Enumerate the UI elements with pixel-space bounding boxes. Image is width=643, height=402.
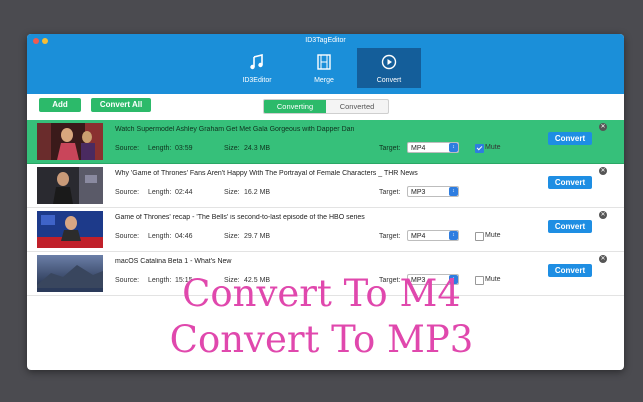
convert-button[interactable]: Convert	[548, 176, 592, 189]
mute-label: Mute	[485, 144, 501, 151]
length-label: Length:	[148, 145, 172, 152]
source-label: Source:	[115, 189, 140, 196]
chevron-updown-icon: ↕	[449, 187, 458, 196]
film-icon	[317, 54, 331, 70]
target-format-value: MP4	[411, 233, 426, 240]
length-label: Length:	[148, 233, 172, 240]
mute-checkbox[interactable]	[475, 232, 484, 241]
length-value: 02:44	[175, 189, 193, 196]
promo-caption-line1: Convert To M4	[182, 272, 461, 315]
source-label: Source:	[115, 233, 140, 240]
convert-button[interactable]: Convert	[548, 132, 592, 145]
target-format-select[interactable]: MP3 ↕	[407, 186, 459, 197]
tab-converted[interactable]: Converted	[326, 100, 388, 113]
mute-checkbox[interactable]	[475, 144, 484, 153]
minimize-window-button[interactable]	[42, 38, 48, 44]
remove-file-icon[interactable]: ✕	[599, 255, 607, 263]
file-row[interactable]: Why 'Game of Thrones' Fans Aren't Happy …	[27, 164, 624, 208]
file-row[interactable]: Watch Supermodel Ashley Graham Get Met G…	[27, 120, 624, 164]
target-label: Target:	[379, 233, 401, 240]
convert-all-button[interactable]: Convert All	[91, 98, 151, 112]
file-title: macOS Catalina Beta 1 - What's New	[115, 258, 232, 265]
size-value: 24.3 MB	[244, 145, 271, 152]
close-window-button[interactable]	[33, 38, 39, 44]
file-row[interactable]: Game of Thrones' recap - 'The Bells' is …	[27, 208, 624, 252]
mute-label: Mute	[485, 232, 501, 239]
tab-id3editor[interactable]: ID3Editor	[225, 48, 289, 88]
music-note-icon	[250, 54, 263, 70]
video-thumbnail	[37, 211, 103, 248]
chevron-updown-icon: ↕	[449, 143, 458, 152]
target-label: Target:	[379, 189, 401, 196]
target-format-select[interactable]: MP4 ↕	[407, 142, 459, 153]
target-format-value: MP3	[411, 189, 426, 196]
file-title: Why 'Game of Thrones' Fans Aren't Happy …	[115, 170, 418, 177]
window-title: ID3TagEditor	[305, 37, 346, 44]
size-label: Size:	[224, 233, 240, 240]
tab-convert-label: Convert	[376, 77, 402, 84]
remove-file-icon[interactable]: ✕	[599, 167, 607, 175]
file-title: Game of Thrones' recap - 'The Bells' is …	[115, 214, 365, 221]
add-button[interactable]: Add	[39, 98, 81, 112]
action-bar: Add Convert All Converting Converted	[27, 94, 624, 120]
file-title: Watch Supermodel Ashley Graham Get Met G…	[115, 126, 355, 133]
play-circle-icon	[381, 54, 397, 70]
size-label: Size:	[224, 189, 240, 196]
video-thumbnail	[37, 167, 103, 204]
tab-id3editor-label: ID3Editor	[242, 77, 272, 84]
video-thumbnail	[37, 123, 103, 160]
length-value: 04:46	[175, 233, 193, 240]
title-bar: ID3TagEditor	[27, 34, 624, 48]
chevron-updown-icon: ↕	[449, 231, 458, 240]
tab-convert[interactable]: Convert	[357, 48, 421, 88]
length-label: Length:	[148, 189, 172, 196]
remove-file-icon[interactable]: ✕	[599, 123, 607, 131]
main-toolbar: ID3Editor Merge Convert	[27, 48, 624, 94]
tab-merge-label: Merge	[314, 77, 334, 84]
target-format-value: MP4	[411, 145, 426, 152]
remove-file-icon[interactable]: ✕	[599, 211, 607, 219]
promo-caption-line2: Convert To MP3	[169, 318, 474, 361]
size-label: Size:	[224, 145, 240, 152]
target-format-select[interactable]: MP4 ↕	[407, 230, 459, 241]
tab-converting[interactable]: Converting	[264, 100, 326, 113]
status-segmented-control: Converting Converted	[263, 99, 389, 114]
length-value: 03:59	[175, 145, 193, 152]
tab-merge[interactable]: Merge	[292, 48, 356, 88]
size-value: 29.7 MB	[244, 233, 271, 240]
target-label: Target:	[379, 145, 401, 152]
size-value: 16.2 MB	[244, 189, 271, 196]
convert-button[interactable]: Convert	[548, 220, 592, 233]
source-label: Source:	[115, 145, 140, 152]
